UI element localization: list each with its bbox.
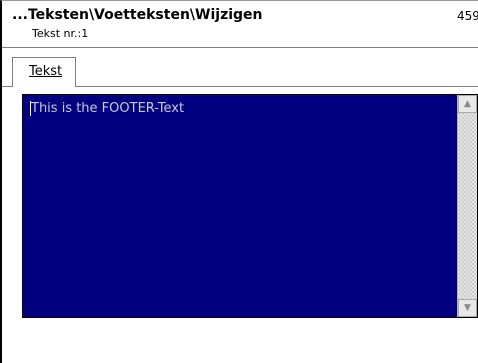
tab-strip: Tekst	[2, 48, 478, 87]
scroll-up-button[interactable]: ▲	[458, 95, 477, 113]
tab-tekst[interactable]: Tekst	[12, 57, 76, 87]
page-title: ...Teksten\Voetteksten\Wijzigen	[12, 7, 263, 23]
triangle-up-icon: ▲	[464, 99, 471, 109]
footer-text-editor[interactable]: This is the FOOTER-Text ▲ ▼	[22, 94, 478, 318]
corner-number: 459	[457, 9, 478, 23]
window-header: ...Teksten\Voetteksten\Wijzigen Tekst nr…	[2, 1, 478, 47]
tab-label: Tekst	[29, 64, 63, 79]
form-window: ...Teksten\Voetteksten\Wijzigen Tekst nr…	[0, 0, 478, 363]
vertical-scrollbar[interactable]: ▲ ▼	[457, 95, 477, 317]
footer-text-value[interactable]: This is the FOOTER-Text	[31, 101, 184, 116]
record-subtitle: Tekst nr.:1	[32, 27, 89, 40]
triangle-down-icon: ▼	[464, 303, 471, 313]
scroll-down-button[interactable]: ▼	[458, 299, 477, 317]
